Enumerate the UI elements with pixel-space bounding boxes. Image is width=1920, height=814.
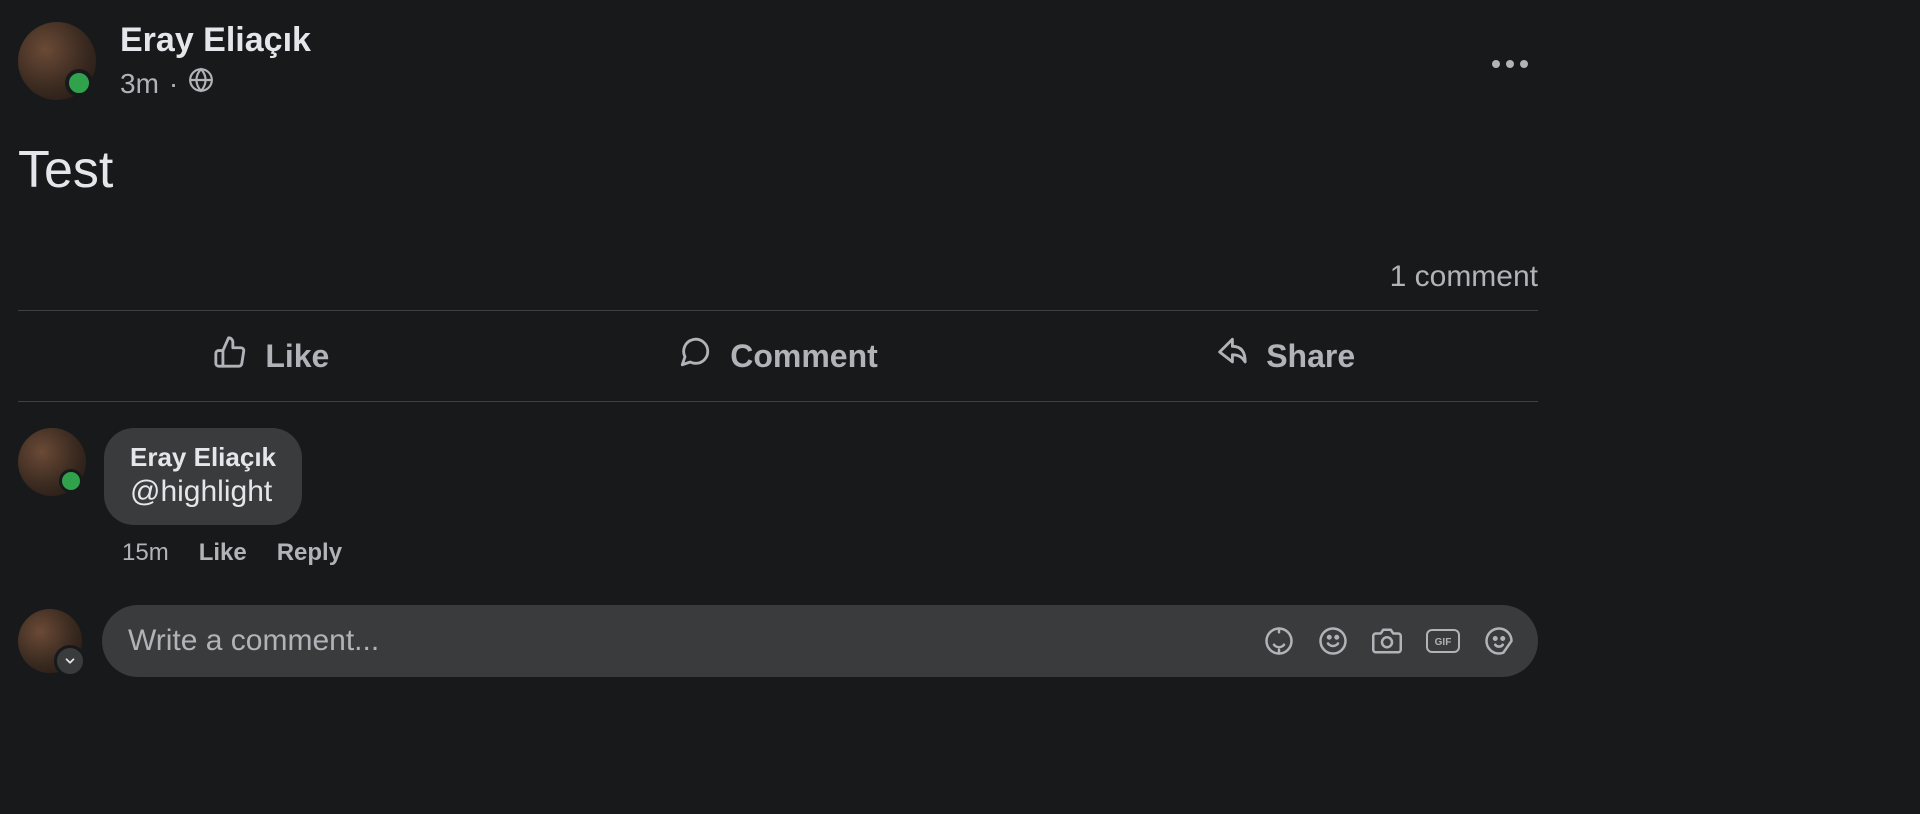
post-card: Eray Eliaçık 3m · Test 1 comment [18, 0, 1538, 677]
post-timestamp[interactable]: 3m [120, 68, 159, 100]
comment-item: Eray Eliaçık @highlight [18, 428, 1538, 525]
comment-input[interactable] [126, 623, 1264, 659]
post-options-button[interactable] [1482, 50, 1538, 78]
composer-icons: GIF [1264, 626, 1514, 656]
svg-text:GIF: GIF [1435, 637, 1452, 648]
share-label: Share [1266, 338, 1355, 375]
author-meta: Eray Eliaçık 3m · [120, 22, 311, 100]
author-name[interactable]: Eray Eliaçık [120, 22, 311, 59]
comment-composer[interactable]: GIF [102, 605, 1538, 677]
commenter-name[interactable]: Eray Eliaçık [130, 442, 276, 473]
composer-avatar[interactable] [18, 609, 82, 673]
avatar-sticker-icon[interactable] [1264, 626, 1294, 656]
comment-button[interactable]: Comment [525, 325, 1032, 387]
comment-composer-row: GIF [18, 605, 1538, 677]
comment-text: @highlight [130, 475, 276, 509]
like-icon [213, 335, 247, 377]
post-actions: Like Comment Share [18, 311, 1538, 401]
comment-like-button[interactable]: Like [199, 539, 247, 567]
post-header: Eray Eliaçık 3m · [18, 22, 1538, 100]
sticker-icon[interactable] [1484, 626, 1514, 656]
online-indicator [59, 469, 83, 493]
post-content: Test [18, 140, 1538, 200]
chevron-down-icon[interactable] [54, 645, 86, 677]
comment-icon [678, 335, 712, 377]
comment-reply-button[interactable]: Reply [277, 539, 342, 567]
post-meta: 3m · [120, 67, 311, 100]
online-indicator [65, 69, 93, 97]
comment-count[interactable]: 1 comment [1390, 260, 1538, 294]
comment-actions: 15m Like Reply [122, 539, 1538, 567]
divider [18, 401, 1538, 402]
globe-icon[interactable] [188, 67, 214, 100]
post-stats: 1 comment [18, 260, 1538, 310]
comment-bubble: Eray Eliaçık @highlight [104, 428, 302, 525]
meta-separator: · [169, 68, 178, 100]
emoji-icon[interactable] [1318, 626, 1348, 656]
commenter-avatar[interactable] [18, 428, 86, 496]
like-label: Like [265, 338, 329, 375]
comment-label: Comment [730, 338, 878, 375]
comment-timestamp[interactable]: 15m [122, 539, 169, 567]
like-button[interactable]: Like [18, 325, 525, 387]
gif-icon[interactable]: GIF [1426, 626, 1460, 656]
share-icon [1214, 335, 1248, 377]
share-button[interactable]: Share [1031, 325, 1538, 387]
author-avatar[interactable] [18, 22, 96, 100]
camera-icon[interactable] [1372, 626, 1402, 656]
